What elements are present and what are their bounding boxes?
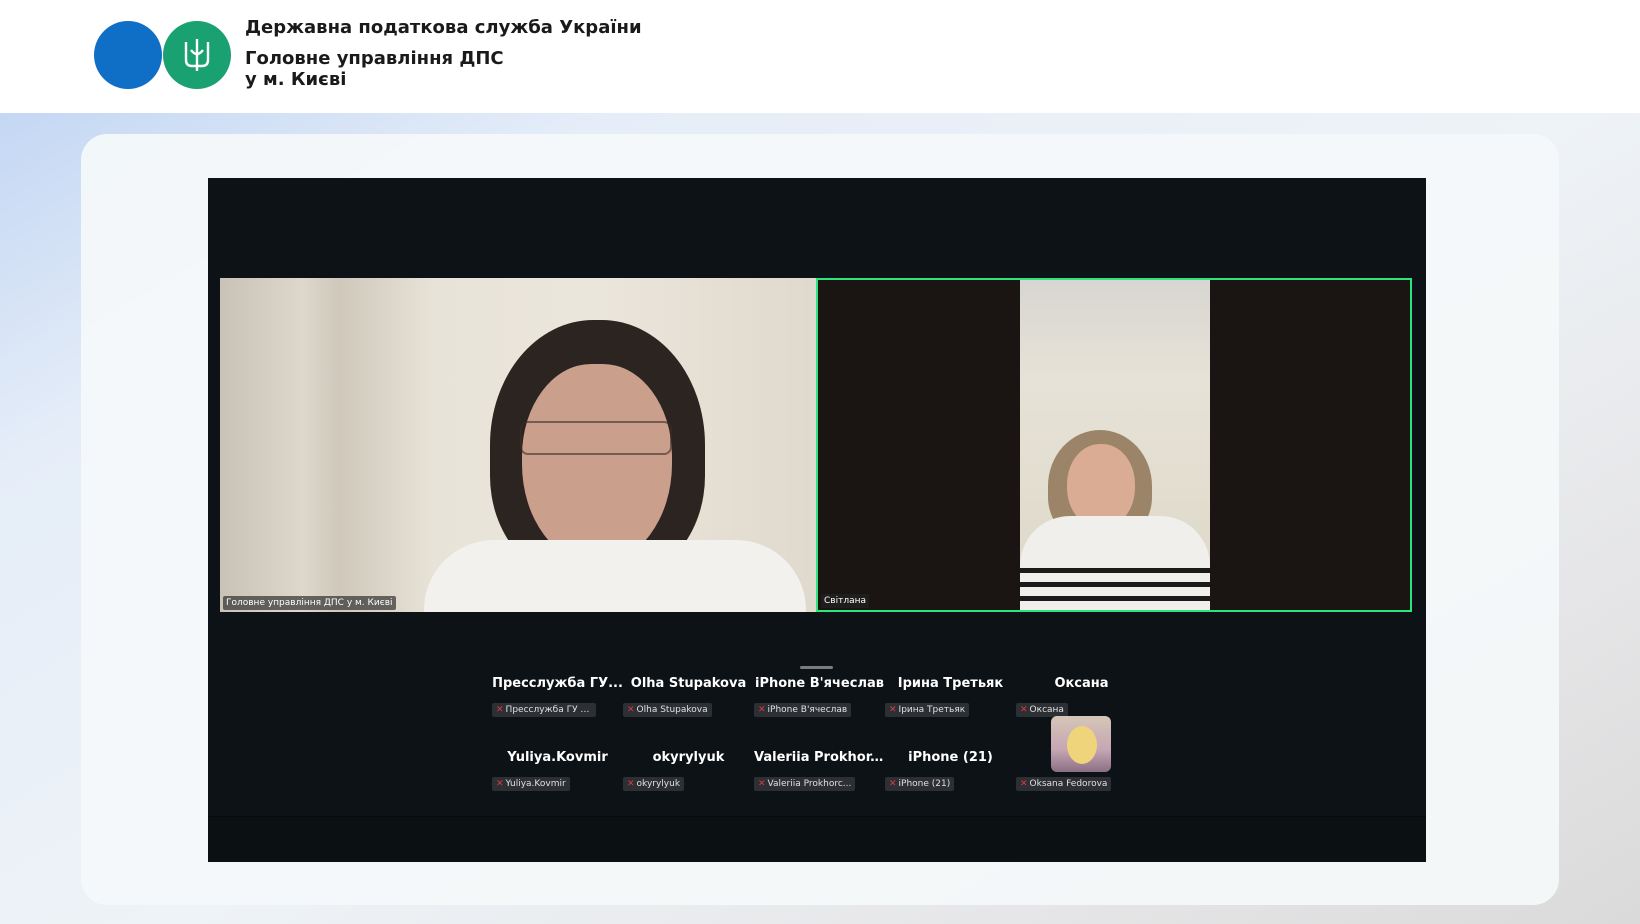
participant-name-chip: ✕ Yuliya.Kovmir [492, 777, 570, 791]
gallery-scroll-handle[interactable] [800, 666, 833, 669]
participant-name: Пресслужба ГУ... [492, 676, 623, 691]
participant-shirt [424, 540, 806, 612]
organization-subtitle-line-1: Головне управління ДПС [245, 48, 504, 69]
participant-chip-label: Пресслужба ГУ ДПС... [505, 705, 596, 715]
mic-muted-icon: ✕ [496, 705, 504, 715]
participant-tile[interactable]: iPhone В'ячеслав ✕ iPhone В'ячеслав [754, 674, 885, 724]
participant-name: iPhone В'ячеслав [755, 676, 884, 691]
mic-muted-icon: ✕ [889, 705, 897, 715]
speaker-video-feed [1020, 280, 1210, 610]
participant-chip-label: Olha Stupakova [636, 705, 708, 715]
participant-name: Olha Stupakova [630, 676, 747, 691]
participant-name-chip: ✕ Ірина Третьяк [885, 703, 970, 717]
participant-name: okyrylyuk [652, 750, 725, 765]
participant-name-chip: ✕ Оксана [1016, 703, 1068, 717]
mic-muted-icon: ✕ [627, 705, 635, 715]
video-tile-main[interactable]: Головне управління ДПС у м. Києві [220, 278, 816, 612]
participant-name: Valeriia Prokhor... [754, 750, 885, 765]
mic-muted-icon: ✕ [889, 779, 897, 789]
participant-tile[interactable]: okyrylyuk ✕ okyrylyuk [623, 748, 754, 798]
video-tile-name-label: Головне управління ДПС у м. Києві [223, 596, 396, 610]
participant-name: iPhone (21) [908, 750, 993, 765]
video-meeting-window: Головне управління ДПС у м. Києві Світла… [208, 178, 1426, 862]
participant-avatar-photo [1051, 716, 1111, 772]
mic-muted-icon: ✕ [496, 779, 504, 789]
participant-name-chip: ✕ Valeriia Prokhorc... [754, 777, 856, 791]
participant-chip-label: Valeriia Prokhorc... [767, 779, 852, 789]
mic-muted-icon: ✕ [1020, 779, 1028, 789]
organization-subtitle: Головне управління ДПС у м. Києві [245, 48, 504, 90]
participant-tile[interactable]: iPhone (21) ✕ iPhone (21) [885, 748, 1016, 798]
participant-tile[interactable]: Пресслужба ГУ... ✕Пресслужба ГУ ДПС... [492, 674, 623, 724]
participant-tile[interactable]: Valeriia Prokhor... ✕ Valeriia Prokhorc..… [754, 748, 885, 798]
avatar-head [1067, 726, 1097, 764]
participant-name: Yuliya.Kovmir [507, 750, 608, 765]
mic-muted-icon: ✕ [627, 779, 635, 789]
video-tile-active-speaker[interactable]: Світлана [816, 278, 1412, 612]
sweater-stripe [1020, 582, 1210, 587]
participant-chip-label: Oksana Fedorova [1029, 779, 1108, 789]
organization-name: Державна податкова служба України [245, 17, 642, 38]
participant-tile[interactable]: Yuliya.Kovmir ✕ Yuliya.Kovmir [492, 748, 623, 798]
mic-muted-icon: ✕ [1020, 705, 1028, 715]
participant-name-chip: ✕ iPhone (21) [885, 777, 955, 791]
meeting-bottom-bar [208, 816, 1426, 862]
video-tile-name-label: Світлана [821, 594, 869, 608]
participant-name: Ірина Третьяк [897, 676, 1004, 691]
participant-face [522, 364, 672, 564]
participant-name-chip: ✕ okyrylyuk [623, 777, 685, 791]
participant-tile[interactable]: Olha Stupakova ✕ Olha Stupakova [623, 674, 754, 724]
participant-tile[interactable]: Ірина Третьяк ✕ Ірина Третьяк [885, 674, 1016, 724]
participant-chip-label: Оксана [1029, 705, 1064, 715]
participant-chip-label: Ірина Третьяк [898, 705, 966, 715]
mic-muted-icon: ✕ [758, 779, 766, 789]
sweater-stripe [1020, 596, 1210, 601]
organization-subtitle-line-2: у м. Києві [245, 69, 347, 90]
participant-name-chip: ✕Пресслужба ГУ ДПС... [492, 703, 596, 717]
participant-name-chip: ✕ Olha Stupakova [623, 703, 712, 717]
participant-glasses [520, 421, 672, 455]
logo-blue-circle [94, 21, 162, 89]
participant-tile[interactable]: ✕ Oksana Fedorova [1016, 716, 1147, 798]
participant-chip-label: Yuliya.Kovmir [505, 779, 566, 789]
participant-name-chip: ✕ iPhone В'ячеслав [754, 703, 852, 717]
participant-name: Оксана [1054, 676, 1109, 691]
mic-muted-icon: ✕ [758, 705, 766, 715]
participant-chip-label: iPhone В'ячеслав [767, 705, 848, 715]
participant-name-chip: ✕ Oksana Fedorova [1016, 777, 1112, 791]
trident-emblem-icon [163, 21, 231, 89]
participant-chip-label: iPhone (21) [898, 779, 951, 789]
site-header: Державна податкова служба України Головн… [0, 0, 1640, 113]
participant-gallery: Пресслужба ГУ... ✕Пресслужба ГУ ДПС... O… [492, 674, 1152, 806]
sweater-stripe [1020, 568, 1210, 573]
participant-chip-label: okyrylyuk [636, 779, 681, 789]
